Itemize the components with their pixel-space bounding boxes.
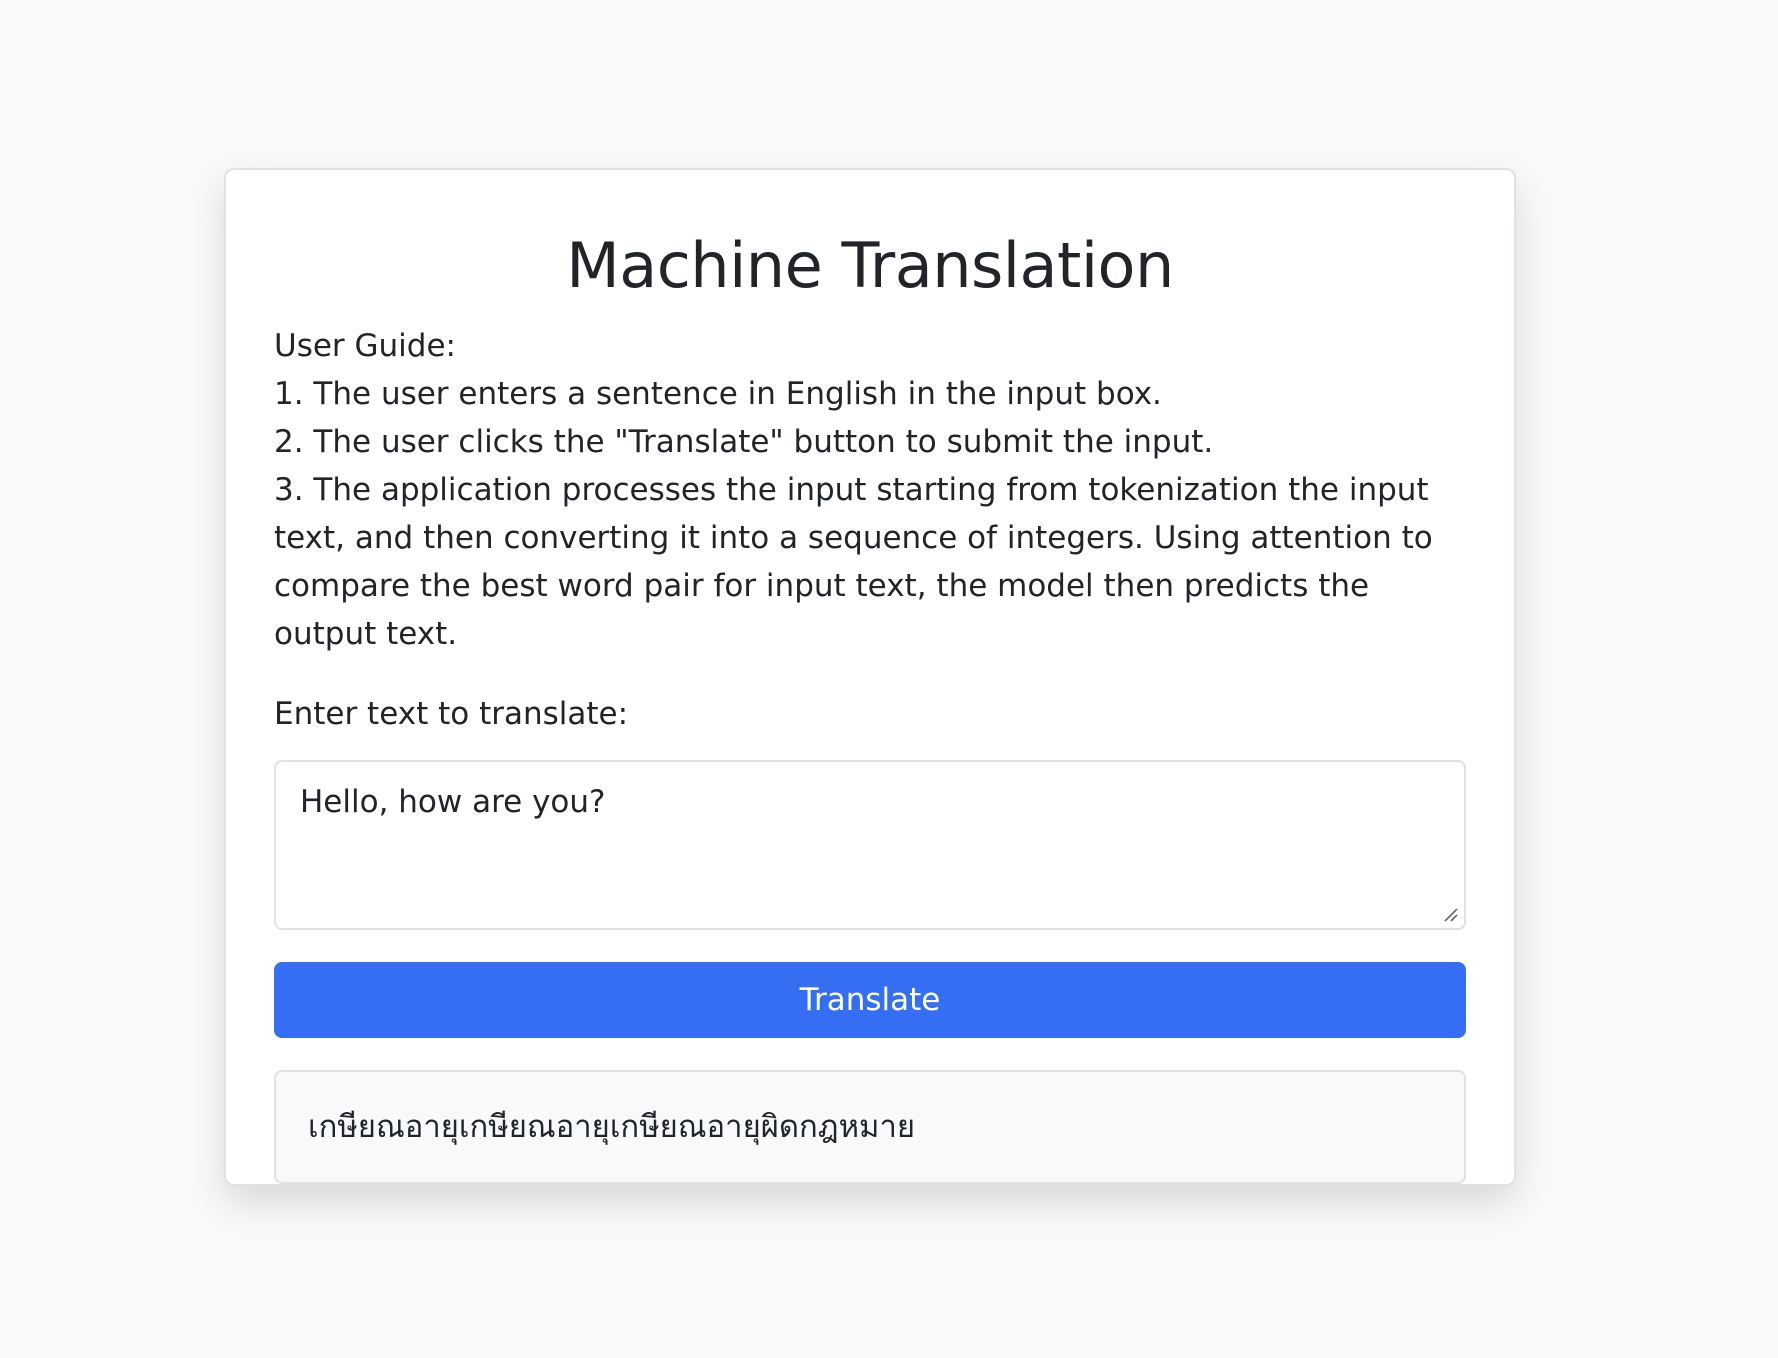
translation-output: เกษียณอายุเกษียณอายุเกษียณอายุผิดกฎหมาย <box>274 1070 1466 1184</box>
translation-card: Machine Translation User Guide: 1. The u… <box>224 168 1516 1186</box>
resize-handle-icon[interactable] <box>1442 906 1458 922</box>
user-guide-step-1: 1. The user enters a sentence in English… <box>274 376 1162 412</box>
user-guide-step-3: 3. The application processes the input s… <box>274 472 1433 652</box>
user-guide-heading: User Guide: <box>274 328 456 364</box>
translate-button[interactable]: Translate <box>274 962 1466 1038</box>
translate-input[interactable]: Hello, how are you? <box>274 760 1466 930</box>
user-guide: User Guide: 1. The user enters a sentenc… <box>274 322 1466 658</box>
translate-input-value: Hello, how are you? <box>300 784 606 820</box>
user-guide-step-2: 2. The user clicks the "Translate" butto… <box>274 424 1214 460</box>
page-title: Machine Translation <box>566 229 1174 302</box>
translation-output-text: เกษียณอายุเกษียณอายุเกษียณอายุผิดกฎหมาย <box>308 1109 916 1145</box>
input-label: Enter text to translate: <box>274 696 629 732</box>
